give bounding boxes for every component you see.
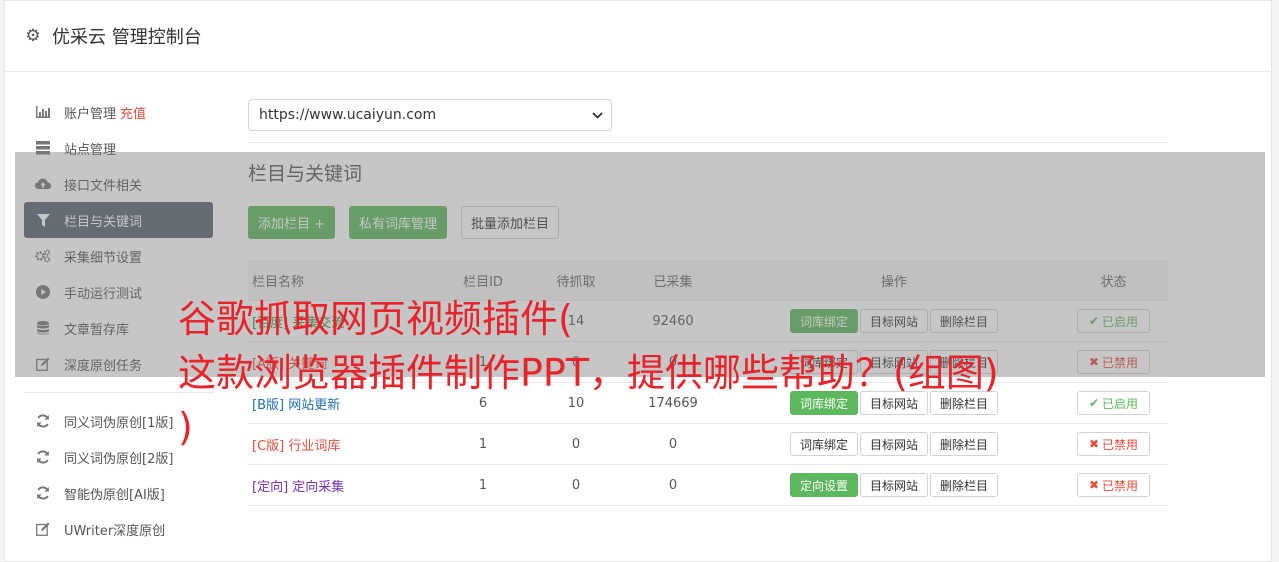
edit-icon xyxy=(34,522,52,536)
column-name[interactable]: 定向采集 xyxy=(292,480,344,495)
sidebar-item-label: 账户管理 xyxy=(64,106,117,122)
headline-line: 谷歌抓取网页视频插件( xyxy=(178,297,573,341)
status-toggle-button[interactable]: ✔ 已启用 xyxy=(1077,391,1150,415)
status-label: 已启用 xyxy=(1102,396,1139,411)
target-site-button[interactable]: 目标网站 xyxy=(859,473,928,497)
pending-count[interactable]: 0 xyxy=(535,464,617,506)
bar-chart-icon xyxy=(34,106,52,118)
sidebar-item-uwriter[interactable]: UWriter深度原创 xyxy=(24,511,213,547)
check-icon: ✔ xyxy=(1088,396,1100,410)
recharge-link[interactable]: 充值 xyxy=(120,103,146,122)
collected-count: 0 xyxy=(617,464,729,506)
status-cell: ✖ 已禁用 xyxy=(1059,423,1168,465)
status-label: 已禁用 xyxy=(1102,437,1139,452)
status-toggle-button[interactable]: ✖ 已禁用 xyxy=(1077,432,1150,456)
column-tag: [定向] xyxy=(252,479,289,495)
close-icon: ✖ xyxy=(1088,478,1100,492)
status-cell: ✔ 已启用 xyxy=(1059,382,1168,424)
column-name-cell[interactable]: [定向] 定向采集 xyxy=(248,464,431,506)
sidebar-item-ai-original[interactable]: 智能伪原创[AI版] xyxy=(24,475,213,511)
site-select[interactable]: https://www.ucaiyun.com xyxy=(248,99,612,131)
headline-line: 这款浏览器插件制作PPT，提供哪些帮助？(组图) xyxy=(178,351,999,395)
sidebar-item-label: 智能伪原创[AI版] xyxy=(64,487,165,503)
column-id: 1 xyxy=(431,464,535,506)
status-toggle-button[interactable]: ✖ 已禁用 xyxy=(1077,473,1150,497)
gear-icon: ⚙ xyxy=(25,25,41,46)
bind-lib-button[interactable]: 定向设置 xyxy=(789,473,858,497)
refresh-icon xyxy=(34,486,52,500)
site-select-value: https://www.ucaiyun.com xyxy=(259,107,437,123)
status-label: 已禁用 xyxy=(1102,478,1139,493)
table-row: [定向] 定向采集 1 0 0 定向设置 目标网站 删除栏目 ✖ 已禁用 xyxy=(248,464,1168,506)
close-icon: ✖ xyxy=(1088,437,1100,451)
status-cell: ✖ 已禁用 xyxy=(1059,464,1168,506)
sidebar-item-account[interactable]: 账户管理 充值 xyxy=(24,94,213,130)
refresh-icon xyxy=(34,450,52,464)
actions-cell: 定向设置 目标网站 删除栏目 xyxy=(729,464,1059,506)
refresh-icon xyxy=(34,414,52,428)
delete-column-button[interactable]: 删除栏目 xyxy=(930,473,999,497)
page-title: 优采云 管理控制台 xyxy=(52,26,202,48)
sidebar-item-label: 同义词伪原创[2版] xyxy=(64,451,174,467)
chevron-down-icon xyxy=(592,109,603,122)
page-header: ⚙ 优采云 管理控制台 xyxy=(4,0,1270,72)
sidebar-item-label: 同义词伪原创[1版] xyxy=(64,415,174,431)
divider xyxy=(248,142,1168,143)
headline-line: ) xyxy=(178,405,193,449)
overlay-headline: 谷歌抓取网页视频插件( 这款浏览器插件制作PPT，提供哪些帮助？(组图) ) xyxy=(178,292,999,454)
sidebar-item-label: UWriter深度原创 xyxy=(64,523,166,539)
